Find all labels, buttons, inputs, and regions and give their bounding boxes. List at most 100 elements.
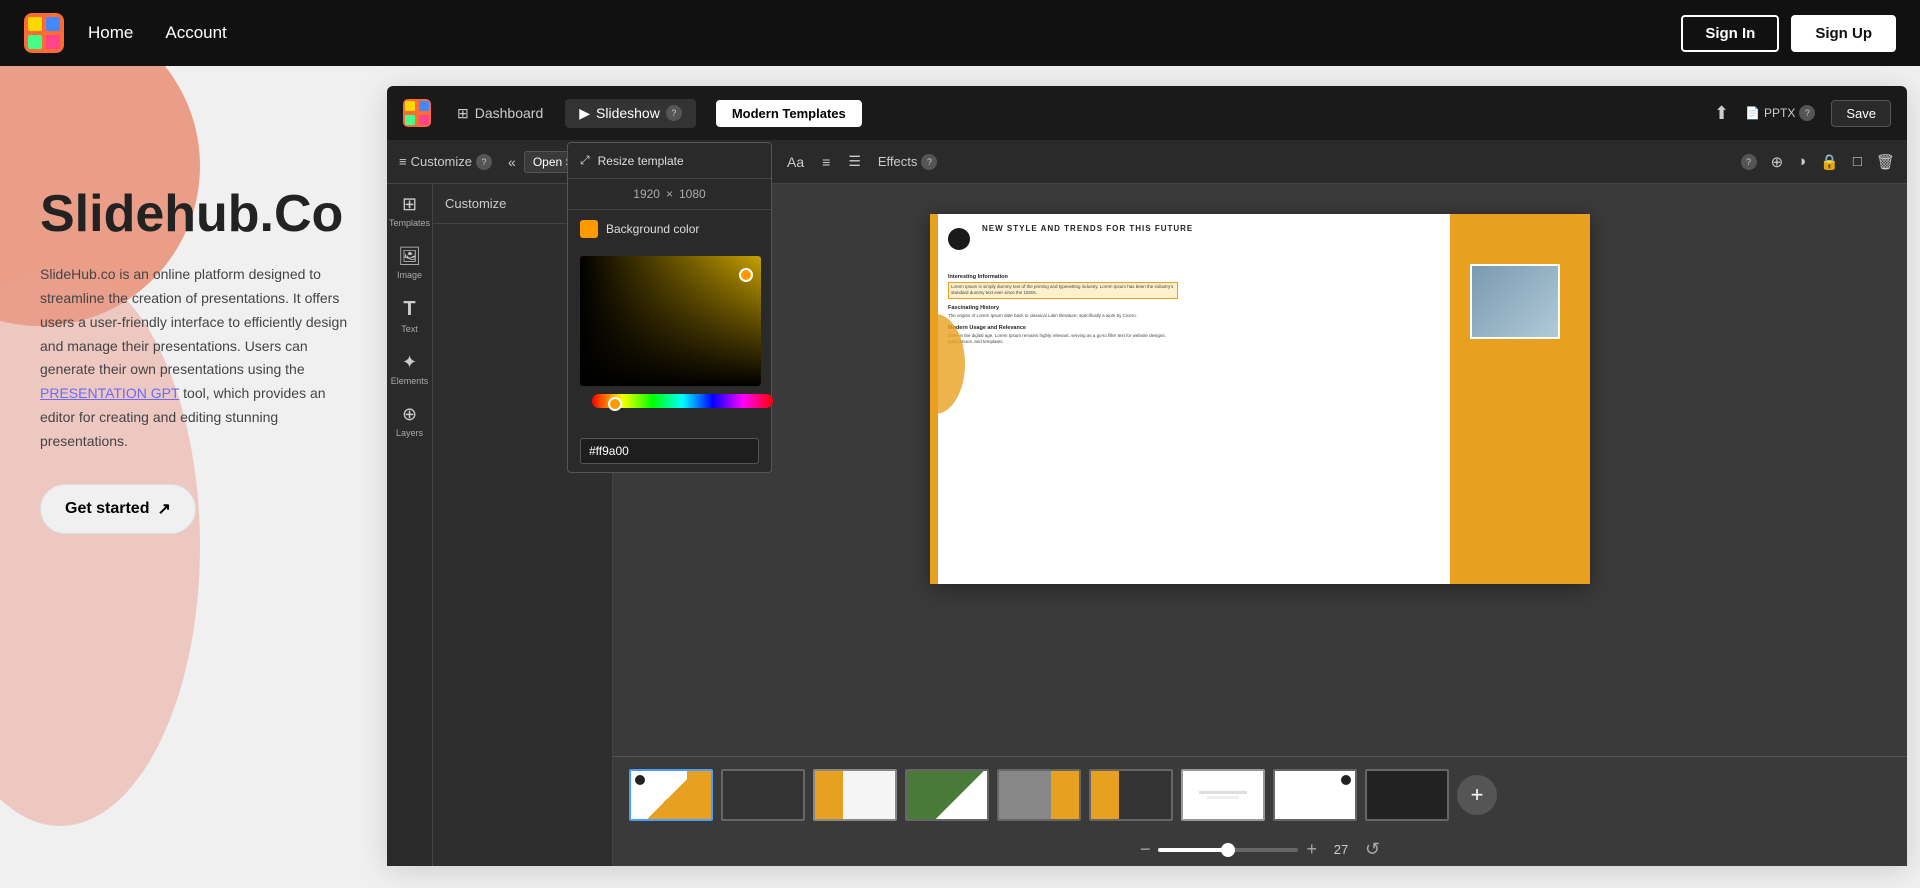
nav-right-actions: Sign In Sign Up: [1681, 15, 1896, 52]
slide-canvas[interactable]: NEW STYLE AND TRENDS FOR THIS FUTURE Int…: [930, 214, 1590, 584]
slide-section-1-title: Interesting Information: [948, 274, 1178, 280]
slide-thumb-4[interactable]: [905, 769, 989, 821]
arrow-icon: ↗: [157, 499, 170, 519]
dashboard-icon: ⊞: [457, 105, 469, 122]
slide-thumb-9[interactable]: [1365, 769, 1449, 821]
bg-color-swatch: [580, 220, 598, 238]
slide-thumb-1[interactable]: [629, 769, 713, 821]
main-area: Slidehub.Co SlideHub.co is an online pla…: [0, 66, 1920, 888]
pptx-label: PPTX: [1764, 106, 1795, 120]
thumb5-accent: [1051, 771, 1079, 819]
zoom-reset-button[interactable]: ↺: [1365, 839, 1380, 860]
hue-slider-thumb: [608, 397, 613, 411]
effects-help-icon[interactable]: ?: [921, 154, 937, 170]
app-window: ⊞ Dashboard ▶ Slideshow ? Modern Templat…: [387, 86, 1907, 866]
slide-photo: [1470, 264, 1560, 339]
elements-icon-label: Elements: [391, 376, 429, 386]
sidebar-item-layers[interactable]: ⊕ Layers: [396, 404, 423, 438]
zoom-out-button[interactable]: −: [1140, 839, 1151, 860]
slidehub-link: SlideHub.co: [40, 266, 116, 282]
app-logo-icon: [24, 13, 64, 53]
slide-main-title: NEW STYLE AND TRENDS FOR THIS FUTURE: [982, 224, 1193, 233]
bg-color-row[interactable]: Background color: [568, 210, 613, 248]
signup-button[interactable]: Sign Up: [1791, 15, 1896, 52]
slideshow-icon: ▶: [579, 105, 590, 122]
hue-slider-container: [568, 394, 613, 430]
get-started-button[interactable]: Get started ↗: [40, 484, 196, 534]
device-icon[interactable]: □: [1853, 153, 1862, 170]
slide-thumb-2[interactable]: [721, 769, 805, 821]
nav-account[interactable]: Account: [165, 23, 226, 43]
slide-thumb-3[interactable]: [813, 769, 897, 821]
slideshow-tab[interactable]: ▶ Slideshow ?: [565, 99, 696, 128]
customize-label-area: ≡ Customize ?: [399, 154, 492, 170]
logo-area: [24, 13, 64, 53]
slide-thumb-8[interactable]: [1273, 769, 1357, 821]
collapse-panel-btn[interactable]: «: [508, 154, 516, 170]
hex-color-input[interactable]: [580, 438, 613, 464]
thumb-circle: [635, 775, 645, 785]
color-gradient-picker[interactable]: [580, 256, 613, 386]
signin-button[interactable]: Sign In: [1681, 15, 1779, 52]
zoom-controls: − + 27 ↺: [1124, 833, 1396, 866]
zoom-slider[interactable]: [1158, 848, 1298, 852]
dashboard-tab[interactable]: ⊞ Dashboard: [443, 99, 557, 128]
font-case-btn[interactable]: Aa: [782, 152, 809, 172]
presentation-gpt-link[interactable]: PRESENTATION GPT: [40, 385, 179, 401]
image-icon-label: Image: [397, 270, 422, 280]
sidebar-item-image[interactable]: 🖼 Image: [397, 246, 422, 280]
templates-icon: ⊞: [402, 194, 417, 215]
zoom-value-label: 27: [1325, 842, 1357, 857]
sidebar-item-templates[interactable]: ⊞ Templates: [389, 194, 430, 228]
delete-icon[interactable]: 🗑: [1876, 153, 1895, 171]
top-navigation: Home Account Sign In Sign Up: [0, 0, 1920, 66]
contrast-icon[interactable]: ◑: [1797, 153, 1806, 170]
nav-home[interactable]: Home: [88, 23, 133, 43]
zoom-slider-thumb: [1221, 843, 1235, 857]
slide-thumb-5[interactable]: [997, 769, 1081, 821]
zoom-in-button[interactable]: +: [1306, 839, 1317, 860]
customize-label-text: Customize: [411, 154, 472, 169]
pptx-help-icon: ?: [1799, 105, 1815, 121]
customize-title: Customize: [445, 196, 506, 211]
effects-area: Effects ?: [878, 154, 938, 170]
landing-content: Slidehub.Co SlideHub.co is an online pla…: [0, 146, 400, 574]
share-icon[interactable]: ⬆: [1714, 103, 1729, 124]
text-icon-label: Text: [401, 324, 418, 334]
dashboard-tab-label: Dashboard: [475, 105, 544, 121]
left-sidebar: ⊞ Templates 🖼 Image T Text ✦ Elements ⊕: [387, 184, 433, 866]
t7-line1: [1199, 791, 1247, 794]
landing-title: Slidehub.Co: [40, 186, 360, 243]
slide-canvas-area: NEW STYLE AND TRENDS FOR THIS FUTURE Int…: [613, 184, 1907, 866]
slide-section-3: Modern Usage and Relevance Even in the d…: [948, 325, 1178, 346]
sidebar-item-elements[interactable]: ✦ Elements: [391, 352, 429, 386]
align-btn[interactable]: ≡: [817, 152, 835, 172]
sliders-icon: ≡: [399, 154, 407, 169]
add-slide-button[interactable]: +: [1457, 775, 1497, 815]
slide-thumb-6[interactable]: [1089, 769, 1173, 821]
slideshow-help-icon[interactable]: ?: [666, 105, 682, 121]
templates-button[interactable]: Modern Templates: [716, 100, 862, 127]
layers-icon[interactable]: ⊕: [1771, 153, 1784, 171]
customize-panel: Customize ⤢ Resize template 1920 × 1080: [433, 184, 613, 866]
editor-area: ⊞ Templates 🖼 Image T Text ✦ Elements ⊕: [387, 184, 1907, 866]
topbar-right-actions: ⬆ 📄 PPTX ? Save: [1714, 100, 1891, 127]
pptx-download-btn[interactable]: 📄 PPTX ?: [1745, 105, 1815, 121]
text-icon: T: [403, 298, 415, 321]
dimensions-row: 1920 × 1080: [568, 184, 613, 210]
pptx-icon: 📄: [1745, 106, 1760, 120]
image-icon: 🖼: [398, 246, 421, 267]
app-topbar: ⊞ Dashboard ▶ Slideshow ? Modern Templat…: [387, 86, 1907, 140]
toolbar-help-icon[interactable]: ?: [1741, 154, 1757, 170]
lock-icon[interactable]: 🔒: [1820, 153, 1839, 171]
customize-help-icon[interactable]: ?: [476, 154, 492, 170]
sidebar-item-text[interactable]: T Text: [401, 298, 418, 334]
slide-section-2-body: The origins of Lorem Ipsum date back to …: [948, 313, 1178, 319]
elements-icon: ✦: [402, 352, 417, 373]
save-button[interactable]: Save: [1831, 100, 1891, 127]
slideshow-tab-label: Slideshow: [596, 105, 660, 121]
slide-section-1-body: Lorem Ipsum is simply dummy text of the …: [948, 282, 1178, 299]
list-btn[interactable]: ☰: [843, 151, 866, 172]
slide-thumb-7[interactable]: [1181, 769, 1265, 821]
thumb8-circle: [1341, 775, 1351, 785]
